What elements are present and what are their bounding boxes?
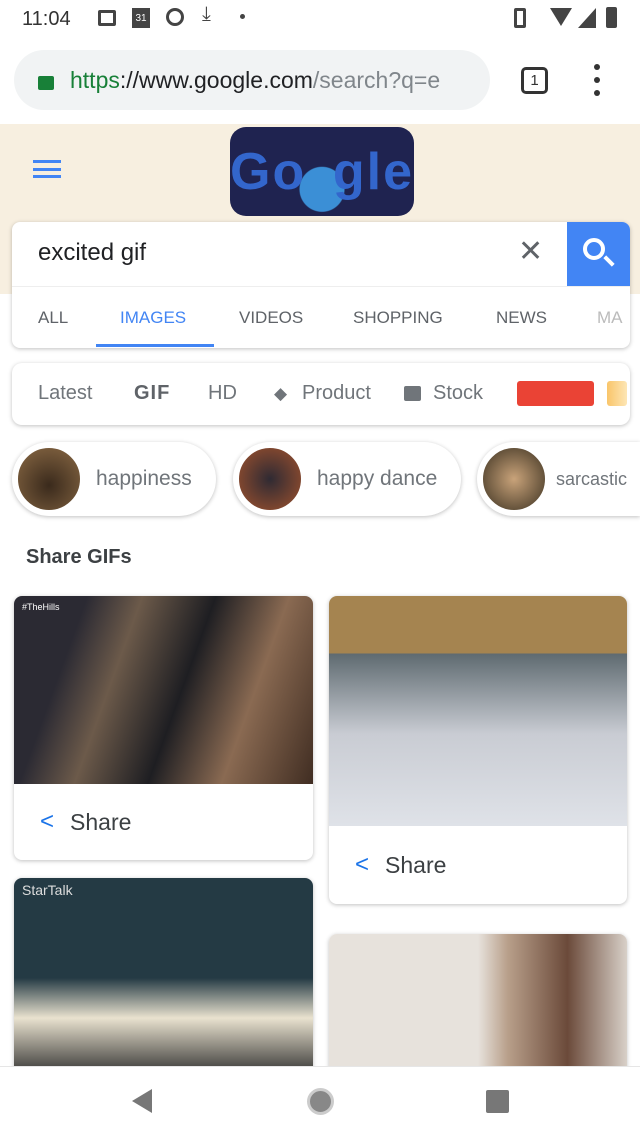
related-chip-happiness[interactable]: happiness: [12, 442, 216, 516]
image-icon: [404, 386, 421, 401]
clock: 11:04: [22, 8, 71, 30]
share-button[interactable]: < Share: [14, 784, 313, 860]
search-card: excited gif ✕ ALL IMAGES VIDEOS SHOPPING…: [12, 222, 630, 348]
gif-result[interactable]: #TheHills < Share: [14, 596, 313, 860]
filter-hd[interactable]: HD: [208, 382, 237, 405]
hamburger-menu-icon[interactable]: [33, 160, 61, 178]
filter-product[interactable]: Product: [302, 382, 371, 405]
lock-icon: [38, 76, 54, 90]
google-doodle-logo[interactable]: Go gle: [230, 127, 414, 216]
tag-icon: ◆: [274, 384, 288, 403]
vibrate-icon: [514, 8, 526, 28]
signal-icon: [578, 8, 596, 28]
gif-thumbnail[interactable]: [329, 934, 627, 1084]
gif-result[interactable]: [329, 934, 627, 1084]
filter-latest[interactable]: Latest: [38, 382, 92, 405]
gif-thumbnail[interactable]: StarTalk: [14, 878, 313, 1078]
clear-icon[interactable]: ✕: [518, 234, 543, 269]
gif-thumbnail[interactable]: [329, 596, 627, 826]
tab-news[interactable]: NEWS: [496, 308, 547, 328]
search-icon: [583, 238, 605, 260]
tab-all[interactable]: ALL: [38, 308, 68, 328]
color-filter-yellow[interactable]: [607, 381, 627, 406]
filter-gif[interactable]: GIF: [134, 382, 170, 405]
search-button[interactable]: [567, 222, 630, 286]
recents-button[interactable]: [486, 1090, 509, 1113]
gif-result[interactable]: StarTalk: [14, 878, 313, 1078]
related-chip-sarcastic[interactable]: sarcastic: [477, 442, 640, 516]
url-bar[interactable]: https://www.google.com/search?q=e: [14, 50, 490, 110]
active-tab-indicator: [96, 344, 214, 347]
filter-stock[interactable]: Stock: [433, 382, 483, 405]
tab-images[interactable]: IMAGES: [120, 308, 186, 328]
navigation-bar: [0, 1066, 640, 1134]
tab-switcher-button[interactable]: 1: [521, 67, 548, 94]
gif-result[interactable]: < Share: [329, 596, 627, 904]
tab-shopping[interactable]: SHOPPING: [353, 308, 443, 328]
share-icon: <: [40, 808, 55, 835]
battery-icon: [606, 7, 617, 28]
more-notifications-icon: [240, 14, 245, 19]
avatar: [16, 446, 82, 512]
download-icon: ⤓: [202, 3, 211, 25]
related-chip-happy-dance[interactable]: happy dance: [233, 442, 462, 516]
section-title: Share GIFs: [26, 546, 132, 568]
avatar: [481, 446, 547, 512]
share-icon: <: [355, 851, 370, 878]
color-filter-red[interactable]: [517, 381, 594, 406]
avatar: [237, 446, 303, 512]
back-button[interactable]: [132, 1089, 152, 1113]
gif-thumbnail[interactable]: #TheHills: [14, 596, 313, 784]
wifi-icon: [550, 8, 572, 26]
status-bar: 11:04 31 ⤓: [0, 0, 640, 38]
maps-icon: [166, 8, 184, 26]
search-input[interactable]: excited gif: [38, 239, 146, 267]
share-button[interactable]: < Share: [329, 826, 627, 904]
home-button[interactable]: [307, 1088, 334, 1115]
menu-button[interactable]: [586, 64, 608, 96]
notification-icon: [98, 10, 116, 26]
tab-videos[interactable]: VIDEOS: [239, 308, 303, 328]
calendar-icon: 31: [132, 8, 150, 28]
tab-more[interactable]: MA: [597, 308, 623, 328]
filter-bar: Latest GIF HD ◆ Product Stock: [12, 363, 630, 425]
